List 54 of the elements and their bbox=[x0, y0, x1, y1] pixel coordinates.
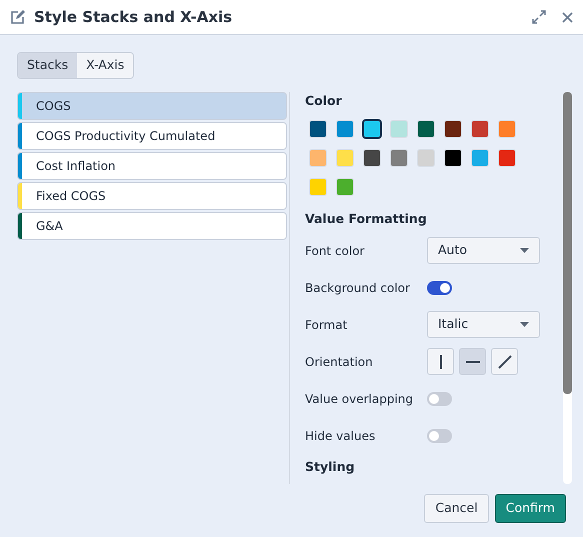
color-swatch[interactable] bbox=[498, 148, 516, 166]
field-label: Orientation bbox=[305, 354, 374, 371]
edit-icon bbox=[10, 9, 26, 25]
stack-item[interactable]: G&A bbox=[17, 212, 287, 240]
section-heading: Color bbox=[305, 92, 343, 110]
color-swatch[interactable] bbox=[444, 148, 462, 166]
stack-item[interactable]: COGS bbox=[17, 92, 287, 120]
color-swatch[interactable] bbox=[390, 148, 408, 166]
field-label: Hide values bbox=[305, 428, 376, 445]
caret-icon bbox=[520, 248, 529, 254]
close-icon[interactable] bbox=[562, 12, 573, 22]
toggle-switch[interactable] bbox=[427, 392, 452, 406]
horizontal-line-icon bbox=[466, 360, 480, 363]
orientation-button[interactable] bbox=[459, 348, 486, 376]
toggle-switch[interactable] bbox=[427, 280, 452, 295]
vertical-line-icon bbox=[440, 354, 442, 369]
color-swatch[interactable] bbox=[336, 178, 354, 196]
cancel-button[interactable]: Cancel bbox=[424, 494, 489, 522]
field-label: Font color bbox=[305, 242, 366, 260]
orientation-button[interactable] bbox=[491, 348, 518, 376]
caret-icon bbox=[520, 322, 529, 328]
dropdown[interactable]: Italic bbox=[427, 311, 540, 338]
color-swatch[interactable] bbox=[390, 120, 408, 138]
stack-item[interactable]: COGS Productivity Cumulated bbox=[17, 122, 287, 150]
field-label: Format bbox=[305, 316, 348, 334]
section-heading: Value Formatting bbox=[305, 210, 428, 228]
section-heading: Styling bbox=[305, 458, 356, 476]
color-swatch[interactable] bbox=[309, 148, 327, 166]
tab[interactable]: Stacks bbox=[18, 53, 78, 78]
color-swatch[interactable] bbox=[444, 120, 462, 138]
color-swatch[interactable] bbox=[309, 120, 327, 138]
scrollbar-thumb[interactable] bbox=[563, 92, 572, 394]
stack-item[interactable]: Cost Inflation bbox=[17, 152, 287, 180]
field-label: Value overlapping bbox=[305, 390, 414, 408]
orientation-button[interactable] bbox=[427, 348, 454, 376]
confirm-button[interactable]: Confirm bbox=[494, 494, 566, 522]
tab[interactable]: X-Axis bbox=[77, 53, 134, 78]
color-swatch[interactable] bbox=[498, 120, 516, 138]
color-swatch[interactable] bbox=[336, 148, 354, 166]
expand-icon[interactable] bbox=[532, 10, 546, 24]
color-swatch[interactable] bbox=[471, 120, 489, 138]
diagonal-line-icon bbox=[498, 354, 512, 369]
color-swatch[interactable] bbox=[417, 120, 435, 138]
dropdown[interactable]: Auto bbox=[427, 237, 540, 264]
color-swatch[interactable] bbox=[417, 148, 435, 166]
color-swatch[interactable] bbox=[471, 148, 489, 166]
color-swatch[interactable] bbox=[363, 148, 381, 166]
window-title: Style Stacks and X-Axis bbox=[34, 6, 232, 28]
color-swatch[interactable] bbox=[309, 178, 327, 196]
field-label: Background color bbox=[305, 280, 411, 297]
color-swatch[interactable] bbox=[336, 120, 354, 138]
stack-item[interactable]: Fixed COGS bbox=[17, 182, 287, 210]
color-swatch[interactable] bbox=[363, 120, 381, 138]
toggle-switch[interactable] bbox=[427, 428, 452, 443]
